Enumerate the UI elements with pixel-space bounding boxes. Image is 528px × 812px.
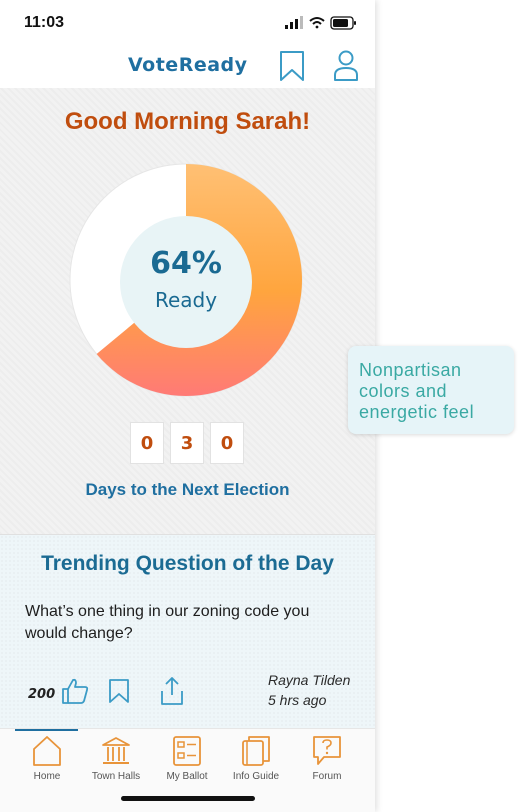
trending-question-text[interactable]: What’s one thing in our zoning code you … [25,601,355,645]
tab-info-guide[interactable]: Info Guide [221,735,291,787]
status-bar: 11:03 [0,0,375,44]
callout-text: Nonpartisan colors and energetic feel [359,360,475,422]
status-time: 11:03 [24,14,65,31]
tab-label: Forum [312,771,342,782]
home-icon [33,736,61,766]
bookmark-icon [280,51,304,81]
days-to-election-label: Days to the Next Election [85,480,290,499]
app-header: VoteReady [0,44,375,89]
wifi-icon [309,17,325,29]
countdown-digit: 0 [130,422,164,464]
tab-home[interactable]: Home [12,735,82,787]
donut-center [120,216,252,348]
info-guide-icon [242,736,270,766]
trending-title: Trending Question of the Day [41,552,334,575]
countdown-digit: 0 [210,422,244,464]
tab-label: My Ballot [166,771,208,782]
share-icon [161,677,183,705]
tab-my-ballot[interactable]: My Ballot [152,735,222,787]
like-button[interactable] [60,676,90,706]
question-timestamp: 5 hrs ago [268,692,327,708]
countdown-digit: 3 [170,422,204,464]
forum-icon [313,736,341,765]
readiness-percent: 64% [150,246,222,281]
home-indicator [121,796,255,801]
signal-icon [285,16,303,29]
thumbs-up-icon [62,678,89,704]
tab-forum[interactable]: Forum [292,735,362,787]
readiness-label: Ready [154,288,218,312]
save-question-button[interactable] [108,678,130,704]
profile-icon [334,50,358,81]
design-callout-note: Nonpartisan colors and energetic feel [348,346,514,434]
bookmark-button[interactable] [279,50,305,82]
trending-question-card: Trending Question of the Day What’s one … [0,535,375,728]
hero-section: Good Morning Sarah! 64% Ready 0 3 0 Days… [0,88,375,535]
greeting-heading: Good Morning Sarah! [64,108,311,135]
bookmark-icon [109,679,129,703]
battery-icon [330,16,356,30]
ballot-icon [173,736,201,766]
tab-label: Town Halls [91,771,141,782]
tab-town-halls[interactable]: Town Halls [81,735,151,787]
tab-label: Home [33,771,61,782]
app-brand: VoteReady [128,54,248,76]
share-button[interactable] [160,676,184,706]
tab-label: Info Guide [232,771,280,782]
countdown: 0 3 0 [130,422,246,464]
phone-screen: 11:03 VoteReady Good Morning Sarah! 64% … [0,0,375,812]
status-icons [285,16,356,30]
like-count: 200 [28,687,56,702]
profile-button[interactable] [332,48,360,82]
town-hall-icon [102,737,130,764]
active-tab-indicator [15,729,78,731]
question-author: Rayna Tilden [268,672,351,688]
